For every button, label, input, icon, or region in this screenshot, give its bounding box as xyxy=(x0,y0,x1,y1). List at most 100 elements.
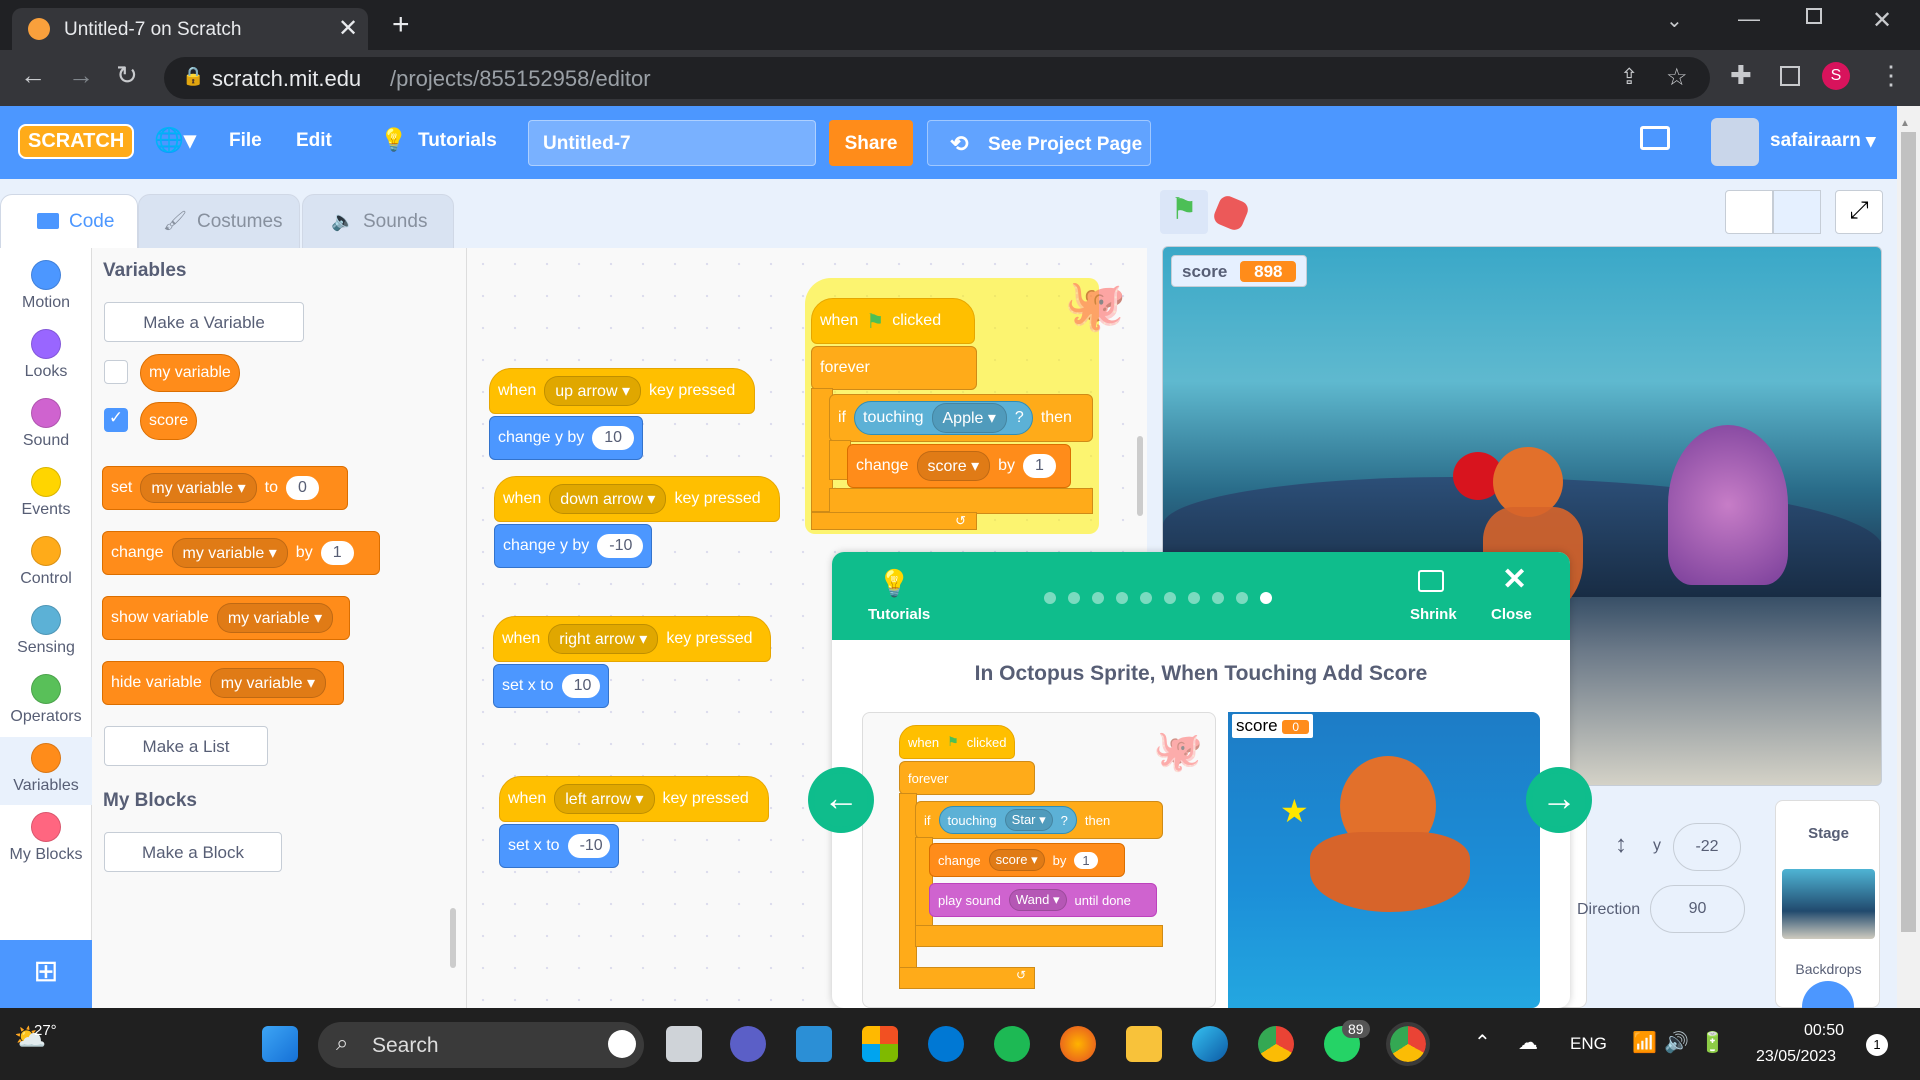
step-dot[interactable] xyxy=(1092,592,1104,604)
clock-date[interactable]: 23/05/2023 xyxy=(1756,1048,1836,1066)
account-chevron-down-icon[interactable]: ▾ xyxy=(1866,130,1876,153)
shrink-button[interactable]: Shrink xyxy=(1410,606,1457,623)
when-key-pressed-hat[interactable]: when down arrow ▾ key pressed xyxy=(494,476,780,522)
tab-search-chevron-icon[interactable]: ⌄ xyxy=(1666,8,1683,33)
step-dot[interactable] xyxy=(1140,592,1152,604)
variable-dropdown[interactable]: my variable ▾ xyxy=(171,538,288,568)
task-view-icon[interactable] xyxy=(666,1026,702,1062)
profile-avatar[interactable]: S xyxy=(1822,62,1850,90)
get-help-icon[interactable] xyxy=(928,1026,964,1062)
username[interactable]: safairaarn xyxy=(1770,130,1861,152)
script-scrollbar[interactable] xyxy=(1137,436,1143,516)
add-extension-button[interactable]: ⊞ xyxy=(0,940,92,1008)
close-button[interactable]: Close xyxy=(1491,606,1532,623)
category-motion[interactable]: Motion xyxy=(0,254,92,322)
tab-code[interactable]: Code xyxy=(0,194,138,250)
if-then-block[interactable]: if touching Apple ▾ ? then xyxy=(829,394,1093,442)
category-events[interactable]: Events xyxy=(0,461,92,529)
fullscreen-icon[interactable]: ⤢ xyxy=(1835,190,1883,234)
url-field[interactable]: 🔒 scratch.mit.edu /projects/855152958/ed… xyxy=(164,57,1710,99)
change-y-input[interactable]: -10 xyxy=(597,534,643,558)
side-panel-icon[interactable] xyxy=(1780,66,1800,86)
when-key-pressed-hat[interactable]: when right arrow ▾ key pressed xyxy=(493,616,771,662)
set-value-input[interactable]: 0 xyxy=(285,476,319,500)
reload-icon[interactable]: ↻ xyxy=(116,60,138,91)
category-variables[interactable]: Variables xyxy=(0,737,92,805)
step-dot[interactable] xyxy=(1212,592,1224,604)
forward-icon[interactable]: → xyxy=(68,60,94,91)
category-operators[interactable]: Operators xyxy=(0,668,92,736)
backdrop-thumbnail[interactable] xyxy=(1782,869,1875,939)
set-x-input[interactable]: -10 xyxy=(567,834,610,858)
key-dropdown[interactable]: left arrow ▾ xyxy=(554,784,655,814)
step-dot[interactable] xyxy=(1260,592,1272,604)
direction-input[interactable]: 90 xyxy=(1650,885,1745,933)
my-variable-reporter[interactable]: my variable xyxy=(140,354,240,392)
menu-tutorials[interactable]: Tutorials xyxy=(418,130,497,152)
when-flag-clicked-hat[interactable]: when ⚑ clicked xyxy=(811,298,975,344)
my-stuff-folder-icon[interactable] xyxy=(1640,126,1670,150)
make-block-button[interactable]: Make a Block xyxy=(104,832,282,872)
change-score-block[interactable]: change score ▾ by 1 xyxy=(847,444,1071,488)
project-title-input[interactable]: Untitled-7 xyxy=(528,120,816,166)
make-variable-button[interactable]: Make a Variable xyxy=(104,302,304,342)
score-reporter[interactable]: score xyxy=(140,402,198,440)
language-indicator[interactable]: ENG xyxy=(1570,1034,1607,1054)
file-explorer-icon[interactable] xyxy=(1126,1026,1162,1062)
tutorials-label[interactable]: Tutorials xyxy=(868,606,930,623)
touching-block[interactable]: touching Apple ▾ ? xyxy=(854,401,1033,435)
make-list-button[interactable]: Make a List xyxy=(104,726,268,766)
tab-close-icon[interactable]: ✕ xyxy=(338,14,358,43)
change-y-block[interactable]: change y by -10 xyxy=(494,524,652,568)
chrome-active-icon[interactable] xyxy=(1386,1022,1430,1066)
step-dot[interactable] xyxy=(1044,592,1056,604)
kebab-menu-icon[interactable]: ⋮ xyxy=(1878,60,1904,91)
when-key-pressed-hat[interactable]: when left arrow ▾ key pressed xyxy=(499,776,769,822)
previous-step-arrow-icon[interactable]: ← xyxy=(808,767,874,833)
windows-start-icon[interactable] xyxy=(262,1026,298,1062)
step-dot[interactable] xyxy=(1068,592,1080,604)
my-variable-checkbox[interactable] xyxy=(104,360,128,384)
window-close-icon[interactable]: ✕ xyxy=(1872,6,1892,35)
shrink-icon[interactable] xyxy=(1418,570,1444,592)
scratch-logo[interactable]: SCRATCH xyxy=(18,124,135,159)
variable-dropdown[interactable]: my variable ▾ xyxy=(216,603,334,633)
battery-icon[interactable]: 🔋 xyxy=(1700,1030,1725,1055)
show-variable-block[interactable]: show variable my variable ▾ xyxy=(102,596,350,640)
user-avatar[interactable] xyxy=(1711,118,1759,166)
back-icon[interactable]: ← xyxy=(20,60,46,91)
score-dropdown[interactable]: score ▾ xyxy=(916,451,991,481)
small-stage-button[interactable] xyxy=(1725,190,1773,234)
change-value-input[interactable]: 1 xyxy=(320,541,354,565)
key-dropdown[interactable]: right arrow ▾ xyxy=(548,624,659,654)
set-x-block[interactable]: set x to 10 xyxy=(493,664,609,708)
scroll-up-icon[interactable]: ▲ xyxy=(1900,118,1910,129)
variable-dropdown[interactable]: my variable ▾ xyxy=(209,668,327,698)
forever-block[interactable]: forever xyxy=(811,346,977,390)
menu-file[interactable]: File xyxy=(229,130,262,152)
green-flag-button[interactable]: ⚑ xyxy=(1160,190,1208,234)
tab-sounds[interactable]: 🔈 Sounds xyxy=(302,194,454,250)
spotify-icon[interactable] xyxy=(994,1026,1030,1062)
variable-dropdown[interactable]: my variable ▾ xyxy=(140,473,257,503)
large-stage-button[interactable] xyxy=(1773,190,1821,234)
score-checkbox[interactable]: ✓ xyxy=(104,408,128,432)
category-looks[interactable]: Looks xyxy=(0,323,92,391)
clock-time[interactable]: 00:50 xyxy=(1804,1022,1844,1040)
page-scrollbar[interactable]: ▲ xyxy=(1897,106,1920,1008)
set-variable-block[interactable]: set my variable ▾ to 0 xyxy=(102,466,348,510)
new-tab-icon[interactable]: + xyxy=(392,8,410,42)
onedrive-cloud-icon[interactable]: ☁ xyxy=(1518,1030,1538,1055)
weather-temp[interactable]: 27° xyxy=(34,1022,57,1039)
category-my-blocks[interactable]: My Blocks xyxy=(0,806,92,874)
hide-variable-block[interactable]: hide variable my variable ▾ xyxy=(102,661,344,705)
volume-icon[interactable]: 🔊 xyxy=(1664,1030,1689,1055)
touching-dropdown[interactable]: Apple ▾ xyxy=(931,403,1007,433)
see-project-page-button[interactable]: ⟲ See Project Page xyxy=(927,120,1151,166)
taskbar-search-box[interactable]: ⌕ Search xyxy=(318,1022,644,1068)
change-y-block[interactable]: change y by 10 xyxy=(489,416,643,460)
key-dropdown[interactable]: down arrow ▾ xyxy=(549,484,667,514)
tab-costumes[interactable]: 🖌 Costumes xyxy=(138,194,300,250)
change-variable-block[interactable]: change my variable ▾ by 1 xyxy=(102,531,380,575)
next-step-arrow-icon[interactable]: → xyxy=(1526,767,1592,833)
